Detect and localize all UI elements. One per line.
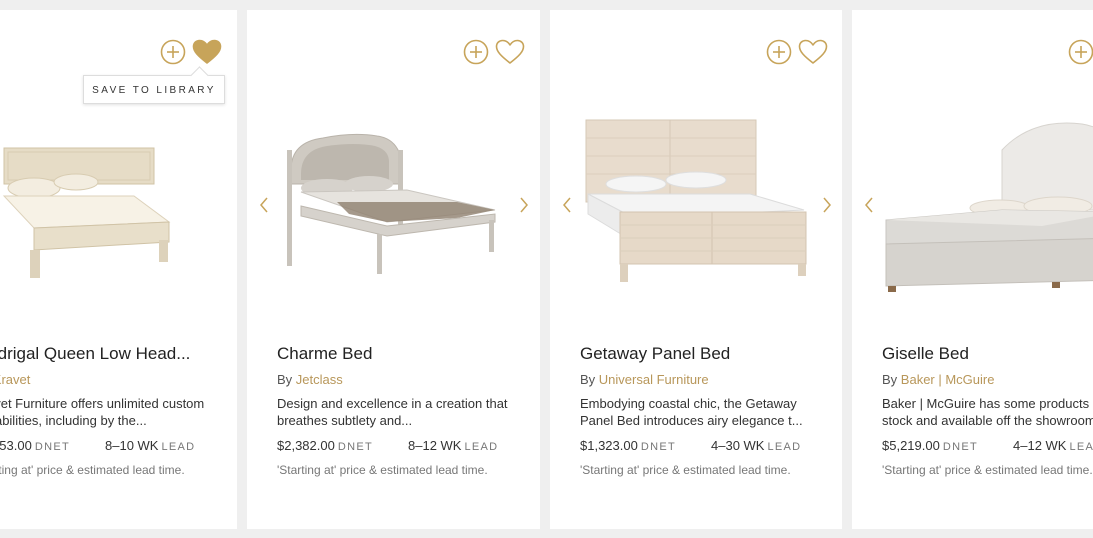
- lead-time: 4–12 WKLEAD: [1013, 438, 1093, 453]
- favorite-heart-icon[interactable]: [192, 39, 222, 65]
- brand-link[interactable]: Jetclass: [296, 372, 343, 387]
- brand-link[interactable]: Kravet: [0, 372, 30, 387]
- price-note: 'Starting at' price & estimated lead tim…: [580, 463, 791, 477]
- lead-unit: LEAD: [1069, 441, 1093, 453]
- product-image[interactable]: [580, 110, 812, 310]
- add-to-project-plus-icon[interactable]: [463, 39, 489, 65]
- price-note: 'Starting at' price & estimated lead tim…: [0, 463, 185, 477]
- add-to-project-plus-icon[interactable]: [766, 39, 792, 65]
- lead-value: 8–10 WK: [105, 438, 159, 453]
- lead-value: 4–12 WK: [1013, 438, 1067, 453]
- next-image-chevron-right-icon[interactable]: [820, 195, 834, 215]
- add-to-project-plus-icon[interactable]: [1068, 39, 1093, 65]
- product-image[interactable]: [0, 110, 206, 310]
- price-unit: DNET: [640, 441, 676, 453]
- product-byline: By Kravet: [0, 372, 30, 387]
- product-description: Kravet Furniture offers unlimited custom…: [0, 396, 205, 428]
- product-title[interactable]: Charme Bed: [277, 344, 537, 364]
- previous-image-chevron-left-icon[interactable]: [862, 195, 876, 215]
- save-to-library-tooltip: SAVE TO LIBRARY: [83, 75, 225, 104]
- price-note: 'Starting at' price & estimated lead tim…: [882, 463, 1093, 477]
- lead-time: 8–12 WK LEAD: [408, 438, 498, 453]
- price-row: $1,323.00 DNET 4–30 WK LEAD: [580, 438, 800, 453]
- previous-image-chevron-left-icon[interactable]: [560, 195, 574, 215]
- lead-time: 8–10 WK LEAD: [105, 438, 195, 453]
- product-title[interactable]: Giselle Bed: [882, 344, 1093, 364]
- product-description: Baker | McGuire has some products in sto…: [882, 396, 1093, 428]
- product-title[interactable]: Getaway Panel Bed: [580, 344, 840, 364]
- brand-link[interactable]: Baker | McGuire: [901, 372, 995, 387]
- price-value: $2,382.00: [277, 438, 335, 453]
- price-unit: DNET: [942, 441, 978, 453]
- product-image[interactable]: [882, 110, 1093, 310]
- product-card[interactable]: Giselle Bed By Baker | McGuire Baker | M…: [852, 10, 1093, 529]
- price-row: $4,153.00DNET 8–10 WKLEAD: [0, 438, 194, 453]
- product-card[interactable]: Madrigal Queen Low Head... By Kravet Kra…: [0, 10, 237, 529]
- favorite-heart-icon[interactable]: [798, 39, 828, 65]
- product-description: Design and excellence in a creation that…: [277, 396, 508, 428]
- brand-link[interactable]: Universal Furniture: [599, 372, 709, 387]
- product-byline: By Universal Furniture: [580, 372, 709, 387]
- lead-unit: LEAD: [161, 441, 196, 453]
- by-label: By: [882, 372, 898, 387]
- product-byline: By Jetclass: [277, 372, 343, 387]
- previous-image-chevron-left-icon[interactable]: [257, 195, 271, 215]
- lead-time: 4–30 WK LEAD: [711, 438, 801, 453]
- product-card[interactable]: Charme Bed By Jetclass Design and excell…: [247, 10, 540, 529]
- price-note: 'Starting at' price & estimated lead tim…: [277, 463, 488, 477]
- by-label: By: [580, 372, 596, 387]
- by-label: By: [277, 372, 293, 387]
- price-unit: DNET: [337, 441, 373, 453]
- price-row: $5,219.00DNET 4–12 WKLEAD: [882, 438, 1093, 453]
- price-unit: DNET: [34, 441, 70, 453]
- product-description: Embodying coastal chic, the Getaway Pane…: [580, 396, 803, 428]
- product-card[interactable]: Getaway Panel Bed By Universal Furniture…: [550, 10, 842, 529]
- add-to-project-plus-icon[interactable]: [160, 39, 186, 65]
- product-image[interactable]: [277, 110, 509, 310]
- product-byline: By Baker | McGuire: [882, 372, 994, 387]
- product-title[interactable]: Madrigal Queen Low Head...: [0, 344, 234, 364]
- price-value: $4,153.00: [0, 438, 32, 453]
- lead-value: 4–30 WK: [711, 438, 765, 453]
- favorite-heart-icon[interactable]: [495, 39, 525, 65]
- next-image-chevron-right-icon[interactable]: [517, 195, 531, 215]
- lead-value: 8–12 WK: [408, 438, 462, 453]
- price-value: $5,219.00: [882, 438, 940, 453]
- lead-unit: LEAD: [464, 441, 499, 453]
- lead-unit: LEAD: [767, 441, 802, 453]
- price-value: $1,323.00: [580, 438, 638, 453]
- price-row: $2,382.00 DNET 8–12 WK LEAD: [277, 438, 497, 453]
